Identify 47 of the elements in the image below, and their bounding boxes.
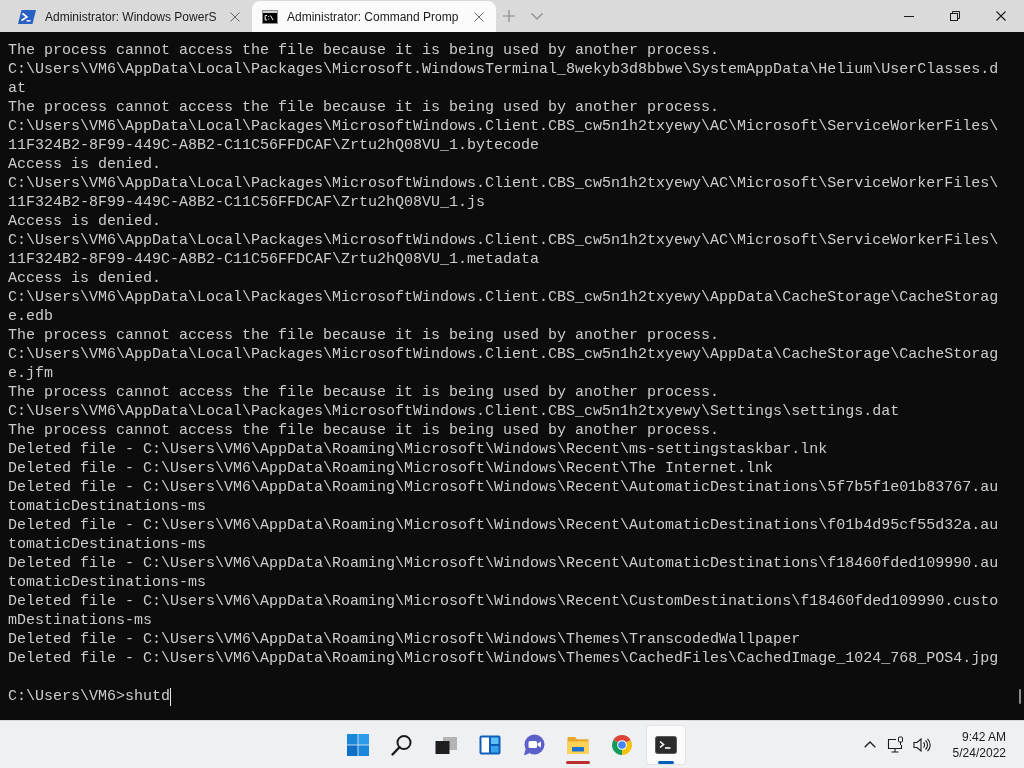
prompt-text: C:\Users\VM6>	[8, 687, 126, 706]
tab[interactable]: Administrator: Windows PowerS	[8, 1, 252, 32]
output-line: C:\Users\VM6\AppData\Local\Packages\Microsoft.WindowsTerminal_8wekyb3d8bbwe\SystemAppData\Helium\UserClasses.dat	[8, 60, 999, 98]
windows-logo-icon[interactable]	[346, 732, 370, 757]
close-icon[interactable]	[474, 11, 484, 22]
output-line: The process cannot access the file because it is being used by another process.	[8, 98, 720, 117]
output-line: C:\Users\VM6\AppData\Local\Packages\MicrosoftWindows.Client.CBS_cw5n1h2txyewy\AC\Microsoft\ServiceWorkerFiles\11F324B2-8F99-449C-A8B2-C11C56FFDCAF\Zrtu2hQ08VU_1.metadata	[8, 231, 999, 269]
output-line: Deleted file - C:\Users\VM6\AppData\Roaming\Microsoft\Windows\Recent\AutomaticDestinations\f01b4d95cf55d32a.automaticDestinations-ms	[8, 516, 999, 554]
output-line: Deleted file - C:\Users\VM6\AppData\Roaming\Microsoft\Windows\Recent\CustomDestinations\f18460fded109990.customDestinations-ms	[8, 592, 999, 630]
active-indicator	[658, 760, 674, 764]
network-icon[interactable]	[887, 736, 905, 753]
speaker-icon[interactable]	[912, 737, 931, 752]
text-cursor	[170, 687, 172, 706]
output-line: C:\Users\VM6\AppData\Local\Packages\MicrosoftWindows.Client.CBS_cw5n1h2txyewy\AppData\CacheStorage\CacheStorage.jfm	[8, 345, 999, 383]
taskbar-button[interactable]	[646, 724, 686, 765]
output-line: Access is denied.	[8, 212, 162, 231]
attention-indicator	[566, 760, 590, 764]
video-chat-icon[interactable]	[522, 732, 546, 757]
clock-time[interactable]: 9:42 AM	[961, 728, 1006, 745]
command-input[interactable]: shutd	[125, 687, 171, 706]
output-line: The process cannot access the file because it is being used by another process.	[8, 383, 720, 402]
search-icon[interactable]	[390, 732, 414, 757]
output-line: The process cannot access the file because it is being used by another process.	[8, 41, 720, 60]
tab[interactable]: Administrator: Command Promp	[252, 1, 496, 32]
minimize-icon[interactable]	[904, 15, 914, 17]
output-line: C:\Users\VM6\AppData\Local\Packages\MicrosoftWindows.Client.CBS_cw5n1h2txyewy\AppData\CacheStorage\CacheStorage.edb	[8, 288, 999, 326]
output-line: C:\Users\VM6\AppData\Local\Packages\MicrosoftWindows.Client.CBS_cw5n1h2txyewy\AC\Microsoft\ServiceWorkerFiles\11F324B2-8F99-449C-A8B2-C11C56FFDCAF\Zrtu2hQ08VU_1.bytecode	[8, 117, 999, 155]
output-line: C:\Users\VM6\AppData\Local\Packages\MicrosoftWindows.Client.CBS_cw5n1h2txyewy\Settings\settings.dat	[8, 402, 900, 421]
scrollbar-thumb[interactable]	[1019, 689, 1021, 704]
output-line: Deleted file - C:\Users\VM6\AppData\Roaming\Microsoft\Windows\Recent\AutomaticDestinations\5f7b5f1e01b83767.automaticDestinations-ms	[8, 478, 999, 516]
browser-icon[interactable]	[610, 732, 634, 757]
output-line: The process cannot access the file because it is being used by another process.	[8, 421, 720, 440]
output-line: Deleted file - C:\Users\VM6\AppData\Roaming\Microsoft\Windows\Recent\ms-settingstaskbar.lnk	[8, 440, 828, 459]
console-window-icon	[262, 9, 278, 24]
terminal-prompt-icon	[18, 9, 36, 24]
output-line: Deleted file - C:\Users\VM6\AppData\Roaming\Microsoft\Windows\Themes\TranscodedWallpaper	[8, 630, 801, 649]
close-icon[interactable]	[996, 11, 1006, 21]
output-line: Deleted file - C:\Users\VM6\AppData\Roaming\Microsoft\Windows\Themes\CachedFiles\CachedImage_1024_768_POS4.jpg	[8, 649, 999, 668]
output-line: The process cannot access the file because it is being used by another process.	[8, 326, 720, 345]
restore-icon[interactable]	[950, 11, 960, 21]
output-line: Access is denied.	[8, 269, 162, 288]
chevron-up-icon[interactable]	[863, 741, 876, 748]
output-line: C:\Users\VM6\AppData\Local\Packages\MicrosoftWindows.Client.CBS_cw5n1h2txyewy\AC\Microsoft\ServiceWorkerFiles\11F324B2-8F99-449C-A8B2-C11C56FFDCAF\Zrtu2hQ08VU_1.js	[8, 174, 999, 212]
output-line: Deleted file - C:\Users\VM6\AppData\Roaming\Microsoft\Windows\Recent\AutomaticDestinations\f18460fded109990.automaticDestinations-ms	[8, 554, 999, 592]
output-line: Deleted file - C:\Users\VM6\AppData\Roaming\Microsoft\Windows\Recent\The Internet.lnk	[8, 459, 774, 478]
clock-date[interactable]: 5/24/2022	[952, 744, 1006, 761]
output-line: Access is denied.	[8, 155, 162, 174]
